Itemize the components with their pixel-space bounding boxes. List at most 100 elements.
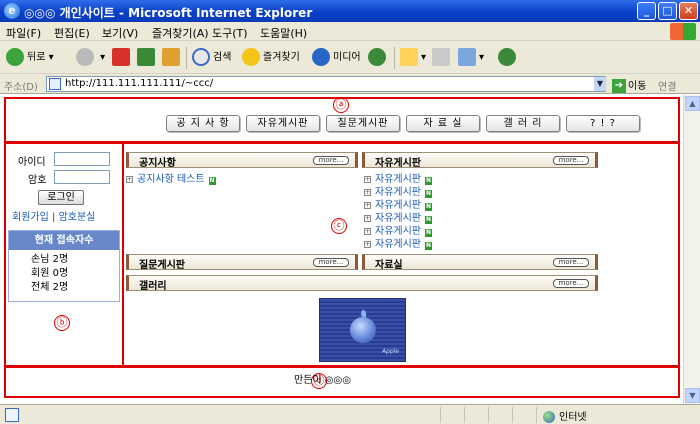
address-dropdown-button[interactable]: ▼: [594, 77, 606, 91]
messenger-icon: [498, 48, 516, 66]
menu-edit[interactable]: 편집(E): [54, 25, 90, 41]
menu-help[interactable]: 도움말(H): [260, 25, 307, 41]
menu-bar: 파일(F) 편집(E) 보기(V) 즐겨찾기(A) 도구(T) 도움말(H): [0, 22, 700, 41]
status-cell: [440, 407, 441, 423]
scroll-up-icon[interactable]: ▲: [685, 96, 700, 111]
window-title: ◎◎◎ 개인사이트 - Microsoft Internet Explorer: [24, 6, 313, 20]
history-icon: [368, 48, 386, 66]
edit-button[interactable]: ▾: [458, 48, 484, 68]
list-item[interactable]: + 자유게시판 N: [364, 200, 432, 212]
gallery-banner-image[interactable]: Apple: [319, 298, 406, 362]
back-button[interactable]: 뒤로 ▾: [6, 48, 54, 68]
forward-arrow-icon: [76, 48, 94, 66]
id-input[interactable]: [54, 152, 110, 166]
home-icon: [162, 48, 180, 66]
new-badge-icon: N: [425, 216, 432, 224]
annotation-c: ⓒ: [331, 218, 347, 234]
status-cell: [536, 407, 537, 423]
mail-button[interactable]: ▾: [400, 48, 426, 68]
edit-icon: [458, 48, 476, 66]
qna-board-title: 질문게시판: [139, 260, 185, 271]
list-item[interactable]: + 자유게시판 N: [364, 239, 432, 251]
id-label: 아이디: [18, 157, 46, 168]
menu-tools[interactable]: 도구(T): [212, 25, 248, 41]
password-label: 암호: [28, 175, 47, 186]
annotation-a: ⓐ: [333, 97, 349, 113]
user-count-box: 현재 접속자수 손님 2명 회원 0명 전체 2명: [8, 230, 120, 302]
scroll-down-icon[interactable]: ▼: [685, 388, 700, 403]
menu-file[interactable]: 파일(F): [6, 25, 41, 41]
status-cell: [464, 407, 465, 423]
list-item[interactable]: + 자유게시판 N: [364, 187, 432, 199]
free-board-header: 자유게시판 more...: [362, 152, 598, 169]
document-status-icon: [5, 408, 19, 422]
gallery-more-button[interactable]: more...: [553, 279, 589, 288]
new-badge-icon: N: [425, 229, 432, 237]
vertical-scrollbar[interactable]: ▲ ▼: [683, 95, 700, 404]
notice-more-button[interactable]: more...: [313, 156, 349, 165]
toolbar-separator: [186, 47, 187, 69]
list-item[interactable]: + 자유게시판 N: [364, 226, 432, 238]
status-bar: 인터넷: [0, 404, 700, 424]
bullet-icon: +: [364, 215, 371, 222]
nav-gallery-button[interactable]: 갤 러 리: [486, 115, 560, 132]
links-button[interactable]: 연결: [658, 78, 676, 93]
nav-files-button[interactable]: 자 료 실: [406, 115, 480, 132]
list-item[interactable]: + 자유게시판 N: [364, 174, 432, 186]
address-bar: 주소(D) http://111.111.111.111/~ccc/ ▼ ➔ 이동…: [0, 74, 700, 94]
nav-etc-button[interactable]: ? ! ?: [566, 115, 640, 132]
back-arrow-icon: [6, 48, 24, 66]
nav-notice-button[interactable]: 공 지 사 항: [166, 115, 240, 132]
list-item[interactable]: + 자유게시판 N: [364, 213, 432, 225]
toolbar: 뒤로 ▾ ▾ 검색 즐겨찾기 미디어 ▾ ▾: [0, 41, 700, 74]
password-input[interactable]: [54, 170, 110, 184]
stop-icon: [112, 48, 130, 66]
files-more-button[interactable]: more...: [553, 258, 589, 267]
free-more-button[interactable]: more...: [553, 156, 589, 165]
free-board-title: 자유게시판: [375, 158, 421, 169]
list-item[interactable]: + 공지사항 테스트 N: [126, 174, 216, 186]
nav-qna-board-button[interactable]: 질문게시판: [326, 115, 400, 132]
annotation-b: ⓑ: [54, 315, 70, 331]
star-icon: [242, 48, 260, 66]
maximize-button[interactable]: □: [658, 2, 677, 20]
messenger-button[interactable]: [498, 48, 519, 68]
history-button[interactable]: [368, 48, 389, 68]
print-button[interactable]: [432, 48, 453, 68]
refresh-icon: [137, 48, 155, 66]
menu-view[interactable]: 보기(V): [102, 25, 138, 41]
apple-logo-icon: [350, 310, 376, 343]
stop-button[interactable]: [112, 48, 133, 68]
new-badge-icon: N: [208, 177, 216, 185]
minimize-button[interactable]: _: [637, 2, 656, 20]
security-zone: 인터넷: [543, 408, 587, 423]
media-button[interactable]: 미디어: [312, 48, 361, 68]
page-icon: [49, 78, 61, 90]
bullet-icon: +: [364, 241, 371, 248]
new-badge-icon: N: [425, 242, 432, 250]
refresh-button[interactable]: [137, 48, 158, 68]
banner-logo-text: Apple: [381, 348, 399, 355]
bullet-icon: +: [364, 202, 371, 209]
join-link[interactable]: 회원가입: [12, 212, 49, 223]
qna-more-button[interactable]: more...: [313, 258, 349, 267]
close-button[interactable]: ✕: [679, 2, 698, 20]
search-button[interactable]: 검색: [192, 48, 231, 68]
status-cell: [512, 407, 513, 423]
favorites-button[interactable]: 즐겨찾기: [242, 48, 300, 68]
menu-favorites[interactable]: 즐겨찾기(A): [152, 25, 209, 41]
new-badge-icon: N: [425, 203, 432, 211]
nav-free-board-button[interactable]: 자유게시판: [246, 115, 320, 132]
title-bar: e ◎◎◎ 개인사이트 - Microsoft Internet Explore…: [0, 0, 700, 22]
lost-password-link[interactable]: 암호분실: [59, 212, 96, 223]
login-button[interactable]: 로그인: [38, 190, 84, 205]
address-input[interactable]: http://111.111.111.111/~ccc/: [46, 76, 606, 92]
toolbar-separator: [394, 47, 395, 69]
go-arrow-icon: ➔: [612, 79, 626, 93]
qna-board-header: 질문게시판 more...: [126, 254, 358, 271]
forward-button[interactable]: ▾: [76, 48, 105, 68]
go-button[interactable]: ➔ 이동: [612, 77, 646, 93]
gallery-board-header: 갤러리 more...: [126, 275, 598, 292]
bullet-icon: +: [126, 176, 133, 183]
home-button[interactable]: [162, 48, 183, 68]
